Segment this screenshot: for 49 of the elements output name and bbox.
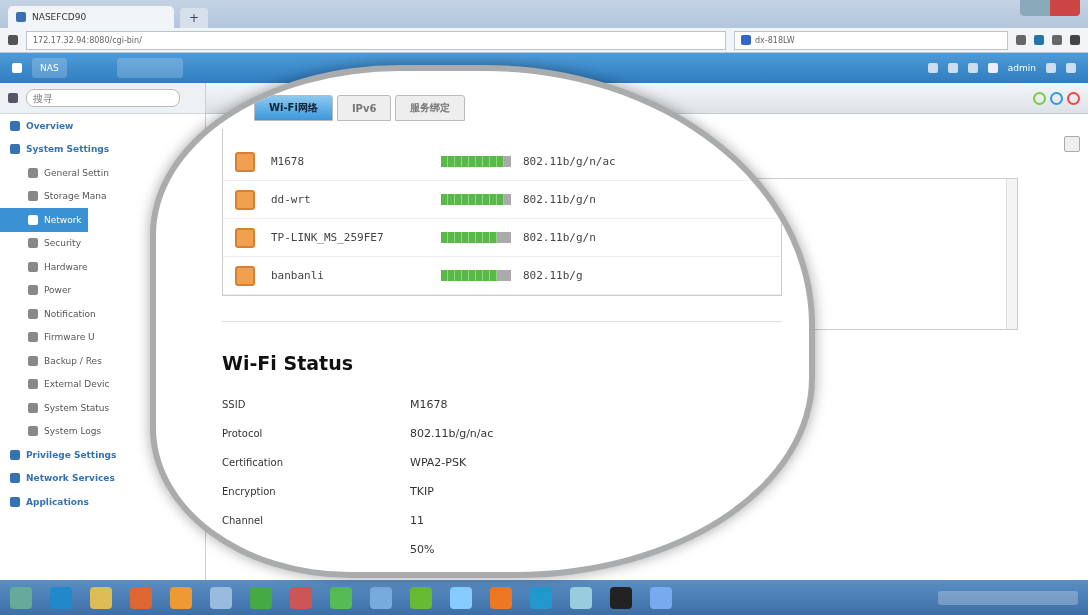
sidebar-item[interactable]: Storage Mana — [0, 184, 113, 208]
scrollbar[interactable] — [1006, 179, 1017, 329]
sidebar-item[interactable]: System Logs — [0, 419, 108, 443]
network-protocol: 802.11b/g/n — [523, 193, 596, 206]
status-label: Channel — [222, 515, 264, 526]
sidebar-item[interactable]: Applications — [0, 490, 95, 514]
new-tab-button[interactable]: + — [180, 8, 208, 28]
sidebar-item[interactable]: General Settin — [0, 161, 115, 185]
network-protocol: 802.11b/g/n/ac — [523, 155, 616, 168]
network-protocol: 802.11b/g — [523, 269, 583, 282]
status-value: WPA2-PSK — [410, 456, 467, 469]
network-name[interactable]: TP-LINK_MS_259FE7 — [271, 231, 441, 244]
help-button[interactable] — [1064, 136, 1080, 152]
status-label: Certification — [222, 457, 284, 468]
sidebar-item[interactable]: Privilege Settings — [0, 443, 123, 467]
sidebar-item[interactable]: Network Services — [0, 466, 121, 490]
status-value: 802.11b/g/n/ac — [410, 427, 494, 440]
network-name[interactable]: dd-wrt — [271, 193, 441, 206]
status-value: 11 — [410, 514, 424, 527]
status-value: 50% — [410, 543, 435, 556]
status-value: TKIP — [410, 485, 434, 498]
tab[interactable]: Wi-Fi网络 — [254, 95, 333, 121]
sidebar-item[interactable]: Power — [0, 278, 78, 302]
sidebar-item[interactable]: System Settings — [0, 137, 116, 161]
sidebar-item[interactable]: Overview — [0, 114, 80, 138]
sidebar-item[interactable]: Security — [0, 231, 87, 255]
sidebar-item[interactable]: Hardware — [0, 255, 94, 279]
tab[interactable]: 服务绑定 — [395, 95, 466, 121]
app-button[interactable] — [116, 58, 183, 78]
network-name[interactable]: M1678 — [271, 155, 441, 168]
network-protocol: 802.11b/g/n — [523, 231, 596, 244]
search-field[interactable]: dx-818LW — [734, 30, 1008, 50]
sidebar-item[interactable]: Notification — [0, 302, 102, 326]
network-name[interactable]: banbanli — [271, 269, 441, 282]
window-controls[interactable] — [1020, 0, 1080, 16]
browser-tab[interactable]: NASEFCD90 — [8, 6, 174, 28]
sidebar-item[interactable]: External Devic — [0, 372, 116, 396]
status-label: SSID — [222, 399, 246, 410]
status-label: Encryption — [222, 486, 276, 497]
search-field[interactable]: 搜寻 — [26, 89, 180, 107]
status-value: M1678 — [410, 398, 448, 411]
section-title: Wi-Fi Status — [222, 352, 354, 374]
user-name[interactable]: admin — [1007, 63, 1036, 73]
sidebar-item[interactable]: Firmware U — [0, 325, 101, 349]
sidebar-item[interactable]: Backup / Res — [0, 349, 108, 373]
sidebar-item[interactable]: System Status — [0, 396, 116, 420]
tab[interactable]: IPv6 — [336, 95, 392, 121]
status-label: Protocol — [222, 428, 263, 439]
address-field[interactable]: 172.17.32.94:8080/cgi-bin/ — [26, 30, 726, 50]
